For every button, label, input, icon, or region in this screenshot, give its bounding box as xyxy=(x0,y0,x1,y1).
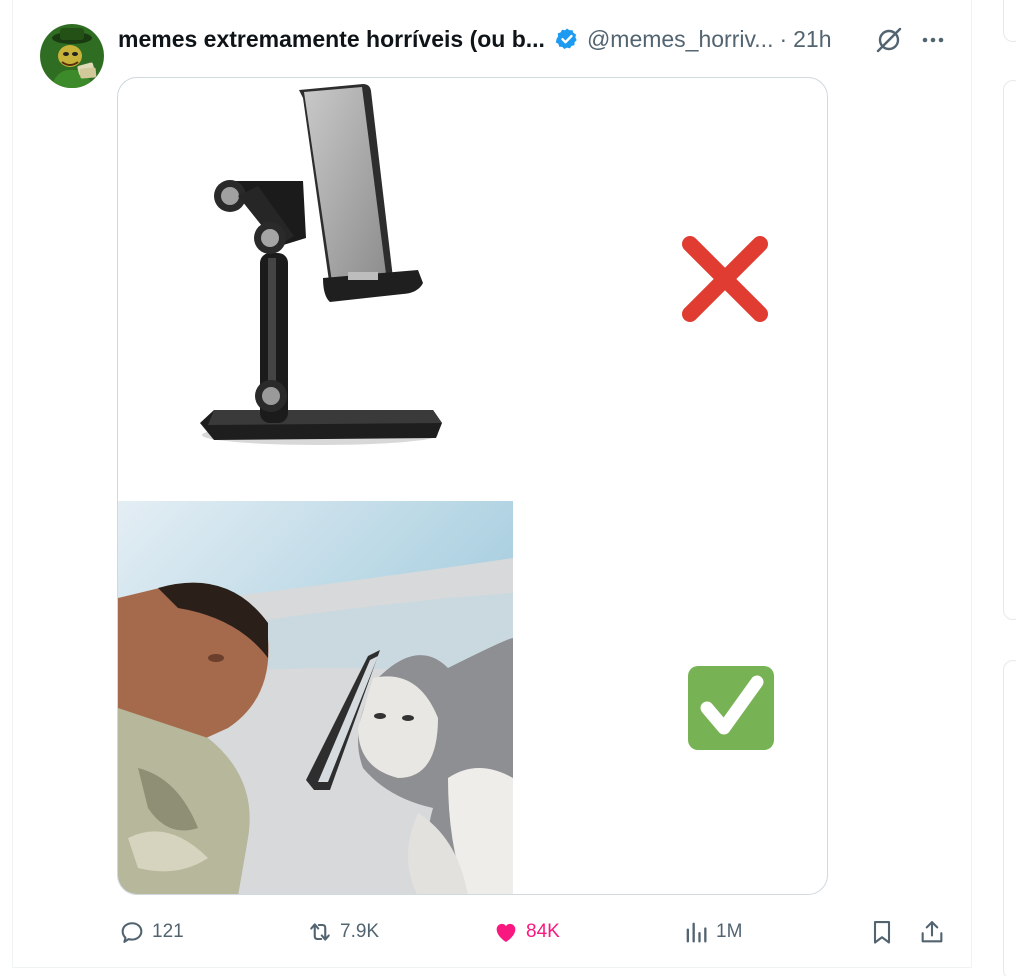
verified-badge-icon[interactable] xyxy=(555,27,579,51)
meme-image xyxy=(118,84,774,894)
tweet-page: memes extremamente horríveis (ou b... @m… xyxy=(0,0,1016,976)
green-character-avatar-icon xyxy=(40,24,104,88)
green-check-icon xyxy=(688,666,774,750)
photo-man-and-cat-phone xyxy=(118,501,513,894)
repost-icon xyxy=(310,923,330,941)
bookmark-icon xyxy=(873,921,891,944)
repost-count: 7.9K xyxy=(340,921,380,942)
sidebar-card xyxy=(1003,0,1016,42)
grok-icon[interactable] xyxy=(874,25,904,55)
timestamp[interactable]: 21h xyxy=(793,26,831,53)
views-button[interactable]: 1M xyxy=(682,912,742,952)
phone-stand-icon xyxy=(200,84,442,445)
views-count: 1M xyxy=(716,921,743,942)
repost-button[interactable]: 7.9K xyxy=(306,912,379,952)
share-icon xyxy=(921,921,943,943)
sidebar-card xyxy=(1003,660,1016,976)
red-x-icon xyxy=(682,236,768,322)
tweet-header: memes extremamente horríveis (ou b... @m… xyxy=(118,22,832,56)
bar-chart-icon xyxy=(686,922,707,943)
reply-count: 121 xyxy=(152,921,184,942)
more-icon[interactable] xyxy=(918,26,948,54)
handle[interactable]: @memes_horriv... xyxy=(587,26,774,53)
share-button[interactable] xyxy=(918,912,946,952)
bookmark-button[interactable] xyxy=(868,912,896,952)
tweet-media[interactable] xyxy=(117,77,828,895)
separator-dot: · xyxy=(779,25,788,52)
reply-icon xyxy=(121,922,143,943)
sidebar-card xyxy=(1003,80,1016,620)
avatar[interactable] xyxy=(40,24,104,88)
display-name[interactable]: memes extremamente horríveis (ou b... xyxy=(118,26,545,53)
like-button[interactable]: 84K xyxy=(492,912,560,952)
like-count: 84K xyxy=(526,921,560,942)
heart-icon xyxy=(496,923,516,942)
tweet-actions: 121 7.9K 84K 1M xyxy=(118,912,950,952)
reply-button[interactable]: 121 xyxy=(118,912,184,952)
